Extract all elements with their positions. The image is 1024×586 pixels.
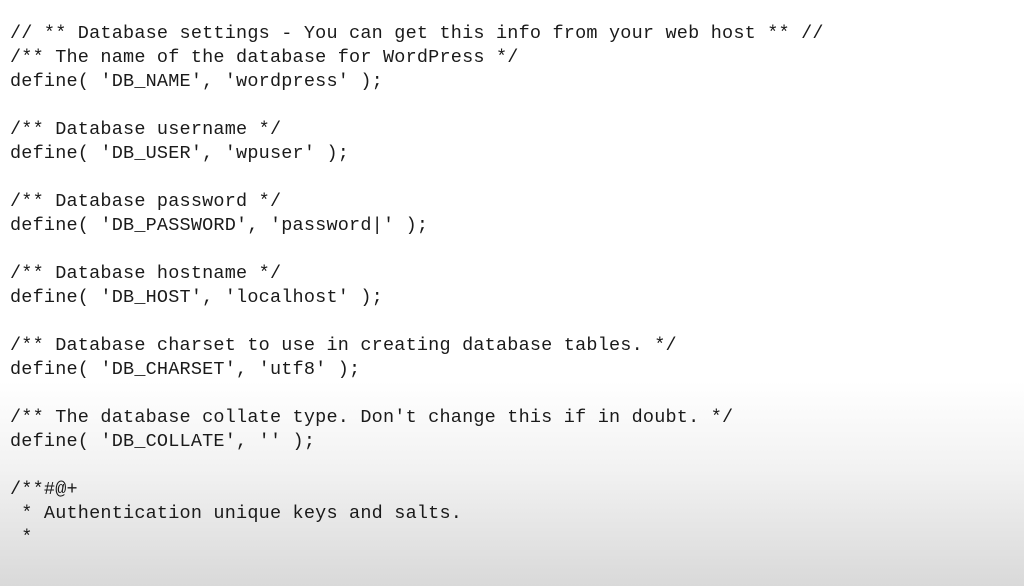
code-block: // ** Database settings - You can get th… — [0, 0, 1024, 550]
annotation-arrows — [0, 550, 1024, 586]
